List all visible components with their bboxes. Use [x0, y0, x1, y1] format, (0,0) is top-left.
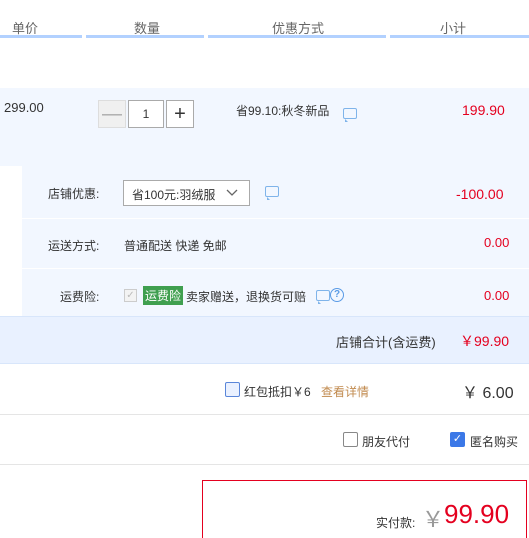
shop-discount-value: -100.00 [456, 186, 504, 202]
payment-amount: 99.90 [444, 499, 510, 529]
message-icon[interactable] [316, 290, 330, 304]
shipping-value: 0.00 [484, 235, 510, 250]
header-underline [86, 35, 204, 38]
help-icon[interactable]: ? [330, 288, 344, 302]
item-subtotal: 199.90 [462, 102, 505, 118]
item-promo: 省99.10:秋冬新品 [236, 104, 330, 118]
divider [0, 464, 529, 465]
message-icon[interactable] [343, 108, 357, 122]
insurance-checkbox: ✓ [124, 289, 137, 302]
message-icon[interactable] [265, 186, 279, 200]
shop-discount-selected: 省100元:羽绒服 [132, 188, 216, 202]
details-link[interactable]: 查看详情 [321, 383, 369, 400]
header-underline [0, 35, 82, 38]
quantity-input[interactable]: 1 [128, 100, 164, 128]
anonymous-checkbox[interactable]: ✓ [450, 432, 465, 447]
divider [22, 218, 529, 219]
decrease-button[interactable]: — [98, 100, 126, 128]
quantity-stepper: — 1 + [98, 100, 194, 128]
shop-discount-select[interactable]: 省100元:羽绒服 [123, 180, 250, 206]
header-underline [390, 35, 529, 38]
shop-total-label: 店铺合计(含运费) [336, 335, 436, 350]
shop-total-row [0, 316, 529, 364]
order-table-header: 单价 数量 优惠方式 小计 [0, 0, 529, 38]
header-underline [208, 35, 386, 38]
friend-pay-label: 朋友代付 [362, 435, 411, 449]
anonymous-label: 匿名购买 [470, 435, 519, 449]
shipping-label: 运送方式: [48, 239, 100, 253]
increase-button[interactable]: + [166, 100, 194, 128]
redpacket-label: 红包抵扣￥6 [244, 385, 311, 399]
insurance-label: 运费险: [60, 290, 100, 304]
unit-price: 299.00 [4, 100, 44, 115]
insurance-value: 0.00 [484, 288, 510, 303]
item-row [0, 88, 529, 166]
divider [0, 414, 529, 415]
chevron-down-icon [225, 184, 239, 205]
payment-currency: ￥ [422, 507, 445, 532]
shipping-method: 普通配送 快递 免邮 [124, 239, 227, 253]
shop-discount-label: 店铺优惠: [48, 187, 100, 201]
redpacket-amount: ￥ 6.00 [462, 385, 514, 402]
payment-label: 实付款: [376, 516, 416, 530]
insurance-badge: 运费险 [143, 286, 184, 305]
shop-total-value: ￥99.90 [460, 333, 510, 349]
divider [22, 268, 529, 269]
redpacket-checkbox[interactable] [225, 382, 240, 397]
friend-pay-checkbox[interactable] [343, 432, 358, 447]
insurance-desc: 卖家赠送，退换货可赔 [186, 290, 307, 304]
